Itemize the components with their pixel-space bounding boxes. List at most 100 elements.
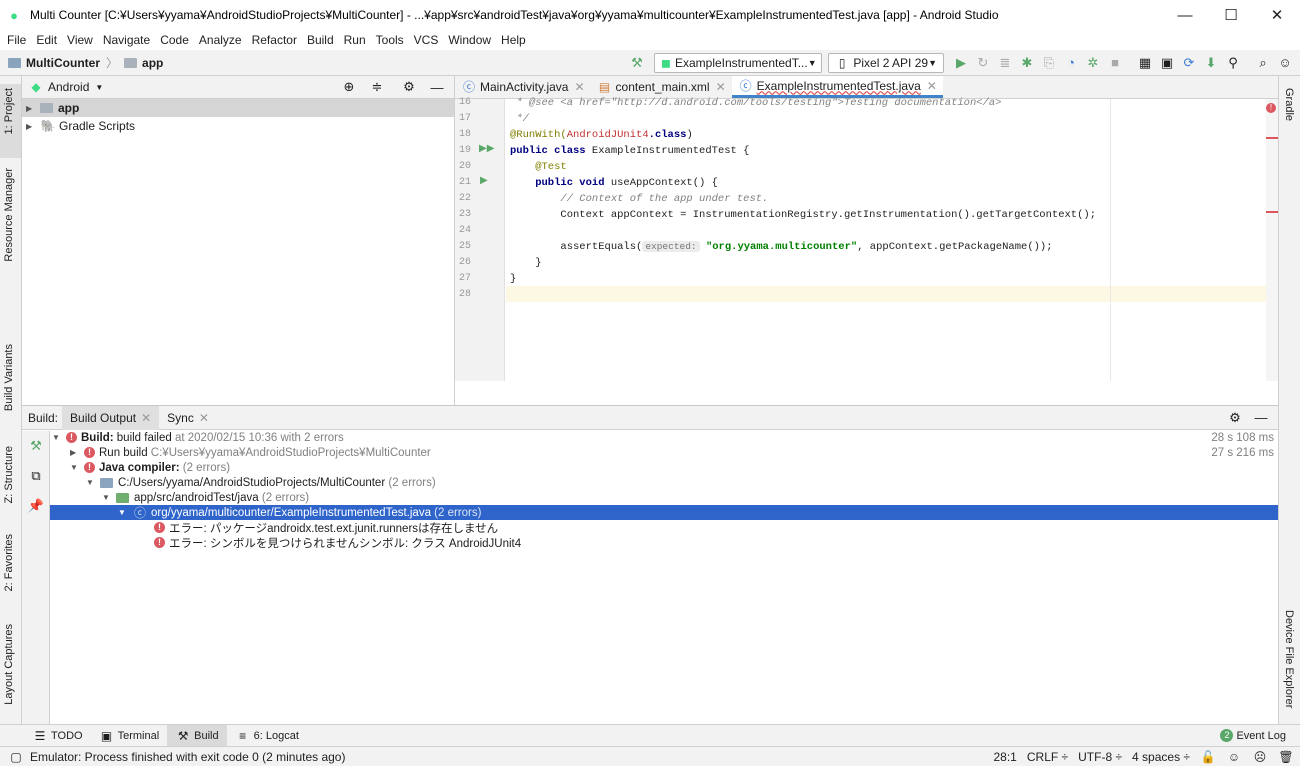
code-line-19[interactable]: public class ExampleInstrumentedTest {: [510, 145, 749, 157]
menu-window[interactable]: Window: [443, 33, 496, 47]
tool-tab-structure[interactable]: Z: Structure: [3, 446, 15, 503]
menu-tools[interactable]: Tools: [371, 33, 409, 47]
sdk-manager-icon[interactable]: ⬇: [1200, 52, 1222, 74]
collapse-arrow-icon[interactable]: ▼: [102, 493, 116, 502]
build-row-test-file[interactable]: ▼ ⓒ org/yyama/multicounter/ExampleInstru…: [118, 505, 481, 520]
minimize-button[interactable]: —: [1162, 0, 1208, 30]
menu-vcs[interactable]: VCS: [409, 33, 444, 47]
caret-position[interactable]: 28:1: [994, 750, 1017, 764]
tab-sync[interactable]: Sync ✕: [159, 406, 217, 430]
chevron-down-icon[interactable]: ▼: [95, 83, 103, 92]
tool-tab-terminal[interactable]: ▣ Terminal: [91, 725, 168, 747]
tool-tab-build[interactable]: ⚒ Build: [167, 724, 227, 747]
run-config-select[interactable]: ◼ ExampleInstrumentedT... ▼: [654, 52, 822, 73]
close-button[interactable]: ✕: [1254, 0, 1300, 30]
toggle-tool-windows-icon[interactable]: ▢: [8, 749, 24, 765]
project-structure-icon[interactable]: ▦: [1134, 52, 1156, 74]
close-tab-icon[interactable]: ✕: [141, 411, 151, 425]
menu-help[interactable]: Help: [496, 33, 531, 47]
menu-analyze[interactable]: Analyze: [194, 33, 247, 47]
apply-code-changes-icon[interactable]: ≣: [994, 52, 1016, 74]
profile-icon[interactable]: ◔: [1060, 52, 1082, 74]
apply-changes-icon[interactable]: ↻: [972, 52, 994, 74]
run-icon[interactable]: ▶: [950, 52, 972, 74]
collapse-arrow-icon[interactable]: ▼: [70, 463, 84, 472]
expand-arrow-icon[interactable]: ▶: [26, 104, 40, 113]
gear-icon[interactable]: ⚙: [1224, 407, 1246, 429]
code-line-23[interactable]: Context appContext = InstrumentationRegi…: [510, 209, 1096, 221]
error-stripe[interactable]: !: [1266, 99, 1278, 381]
tab-main-activity[interactable]: ⓒ MainActivity.java ✕: [455, 76, 591, 98]
tree-item-gradle-scripts[interactable]: ▶ 🐘 Gradle Scripts: [22, 117, 454, 135]
tool-tab-device-file-explorer[interactable]: Device File Explorer: [1283, 610, 1295, 708]
build-error-message[interactable]: ! エラー: パッケージandroidx.test.ext.junit.runn…: [154, 520, 498, 535]
layout-inspector-icon[interactable]: ⚲: [1222, 52, 1244, 74]
tab-example-instrumented-test[interactable]: ⓒ ExampleInstrumentedTest.java ✕: [731, 76, 943, 98]
menu-run[interactable]: Run: [339, 33, 371, 47]
close-tab-icon[interactable]: ✕: [574, 80, 584, 94]
stop-icon[interactable]: ■: [1104, 52, 1126, 74]
collapse-arrow-icon[interactable]: ▼: [118, 508, 132, 517]
breadcrumb-module[interactable]: app: [142, 56, 163, 70]
menu-code[interactable]: Code: [155, 33, 194, 47]
build-row-java-compiler[interactable]: ▼ ! Java compiler: (2 errors): [70, 460, 230, 475]
tab-build-output[interactable]: Build Output ✕: [62, 405, 160, 430]
build-hammer-icon[interactable]: ⚒: [25, 435, 47, 457]
collapse-arrow-icon[interactable]: ▼: [86, 478, 100, 487]
code-line-20[interactable]: @Test: [510, 161, 567, 173]
expand-arrow-icon[interactable]: ▶: [26, 122, 40, 131]
breadcrumb-project[interactable]: MultiCounter: [26, 56, 100, 70]
menu-navigate[interactable]: Navigate: [98, 33, 155, 47]
make-project-icon[interactable]: ⚒: [626, 52, 648, 74]
search-icon[interactable]: ⌕: [1252, 52, 1274, 74]
error-marker[interactable]: [1266, 137, 1278, 139]
line-separator[interactable]: CRLF ÷: [1027, 750, 1068, 764]
sync-gradle-icon[interactable]: ⟳: [1178, 52, 1200, 74]
build-row-run-build[interactable]: ▶ ! Run build C:¥Users¥yyama¥AndroidStud…: [70, 445, 431, 460]
menu-file[interactable]: File: [2, 33, 31, 47]
code-line-16[interactable]: * @see <a href="http://d.android.com/too…: [510, 97, 1001, 109]
device-select[interactable]: ▯ Pixel 2 API 29 ▼: [828, 52, 944, 73]
tree-item-app[interactable]: ▶ app: [22, 99, 454, 117]
run-test-icon[interactable]: ▶: [480, 175, 488, 186]
locate-icon[interactable]: ⊕: [338, 76, 360, 98]
menu-edit[interactable]: Edit: [31, 33, 62, 47]
debug-icon[interactable]: ✱: [1016, 52, 1038, 74]
menu-view[interactable]: View: [62, 33, 98, 47]
tool-tab-build-variants[interactable]: Build Variants: [3, 344, 15, 411]
close-tab-icon[interactable]: ✕: [927, 79, 937, 93]
tool-tab-logcat[interactable]: ≡ 6: Logcat: [227, 725, 307, 747]
code-line-22[interactable]: // Context of the app under test.: [510, 193, 768, 205]
build-row-project-path[interactable]: ▼ C:/Users/yyama/AndroidStudioProjects/M…: [86, 475, 436, 490]
code-line-18[interactable]: @RunWith(AndroidJUnit4.class): [510, 129, 693, 141]
build-error-message[interactable]: ! エラー: シンボルを見つけられませんシンボル: クラス AndroidJUn…: [154, 535, 521, 550]
tool-tab-layout-captures[interactable]: Layout Captures: [3, 624, 15, 705]
build-row-source-folder[interactable]: ▼ app/src/androidTest/java (2 errors): [102, 490, 309, 505]
project-view-select[interactable]: Android: [48, 80, 89, 94]
menu-build[interactable]: Build: [302, 33, 339, 47]
error-marker[interactable]: [1266, 211, 1278, 213]
expand-arrow-icon[interactable]: ▶: [70, 448, 84, 457]
tool-tab-gradle[interactable]: Gradle: [1283, 88, 1295, 121]
indent-setting[interactable]: 4 spaces ÷: [1132, 750, 1190, 764]
close-tab-icon[interactable]: ✕: [199, 411, 209, 425]
trash-icon[interactable]: 🗑: [1278, 749, 1294, 765]
code-line-21[interactable]: public void useAppContext() {: [510, 177, 718, 189]
happy-face-icon[interactable]: ☺: [1226, 749, 1242, 765]
pin-icon[interactable]: 📌: [25, 495, 47, 517]
code-line-27[interactable]: }: [510, 273, 516, 285]
code-line-26[interactable]: }: [510, 257, 541, 269]
build-row-root[interactable]: ▼ ! Build: build failed at 2020/02/15 10…: [52, 430, 344, 445]
toggle-view-icon[interactable]: ⧉: [25, 465, 47, 487]
attach-profiler-icon[interactable]: ✲: [1082, 52, 1104, 74]
tool-tab-resource-manager[interactable]: Resource Manager: [3, 168, 15, 262]
file-encoding[interactable]: UTF-8 ÷: [1078, 750, 1122, 764]
collapse-all-icon[interactable]: ≑: [366, 76, 388, 98]
status-message[interactable]: Emulator: Process finished with exit cod…: [30, 750, 345, 764]
hide-icon[interactable]: —: [426, 76, 448, 98]
event-log-button[interactable]: 2 Event Log: [1212, 725, 1300, 747]
tool-tab-favorites[interactable]: 2: Favorites: [3, 534, 15, 591]
lock-icon[interactable]: 🔓: [1200, 749, 1216, 765]
tool-tab-todo[interactable]: ☰ TODO: [24, 725, 91, 747]
close-tab-icon[interactable]: ✕: [716, 80, 726, 94]
